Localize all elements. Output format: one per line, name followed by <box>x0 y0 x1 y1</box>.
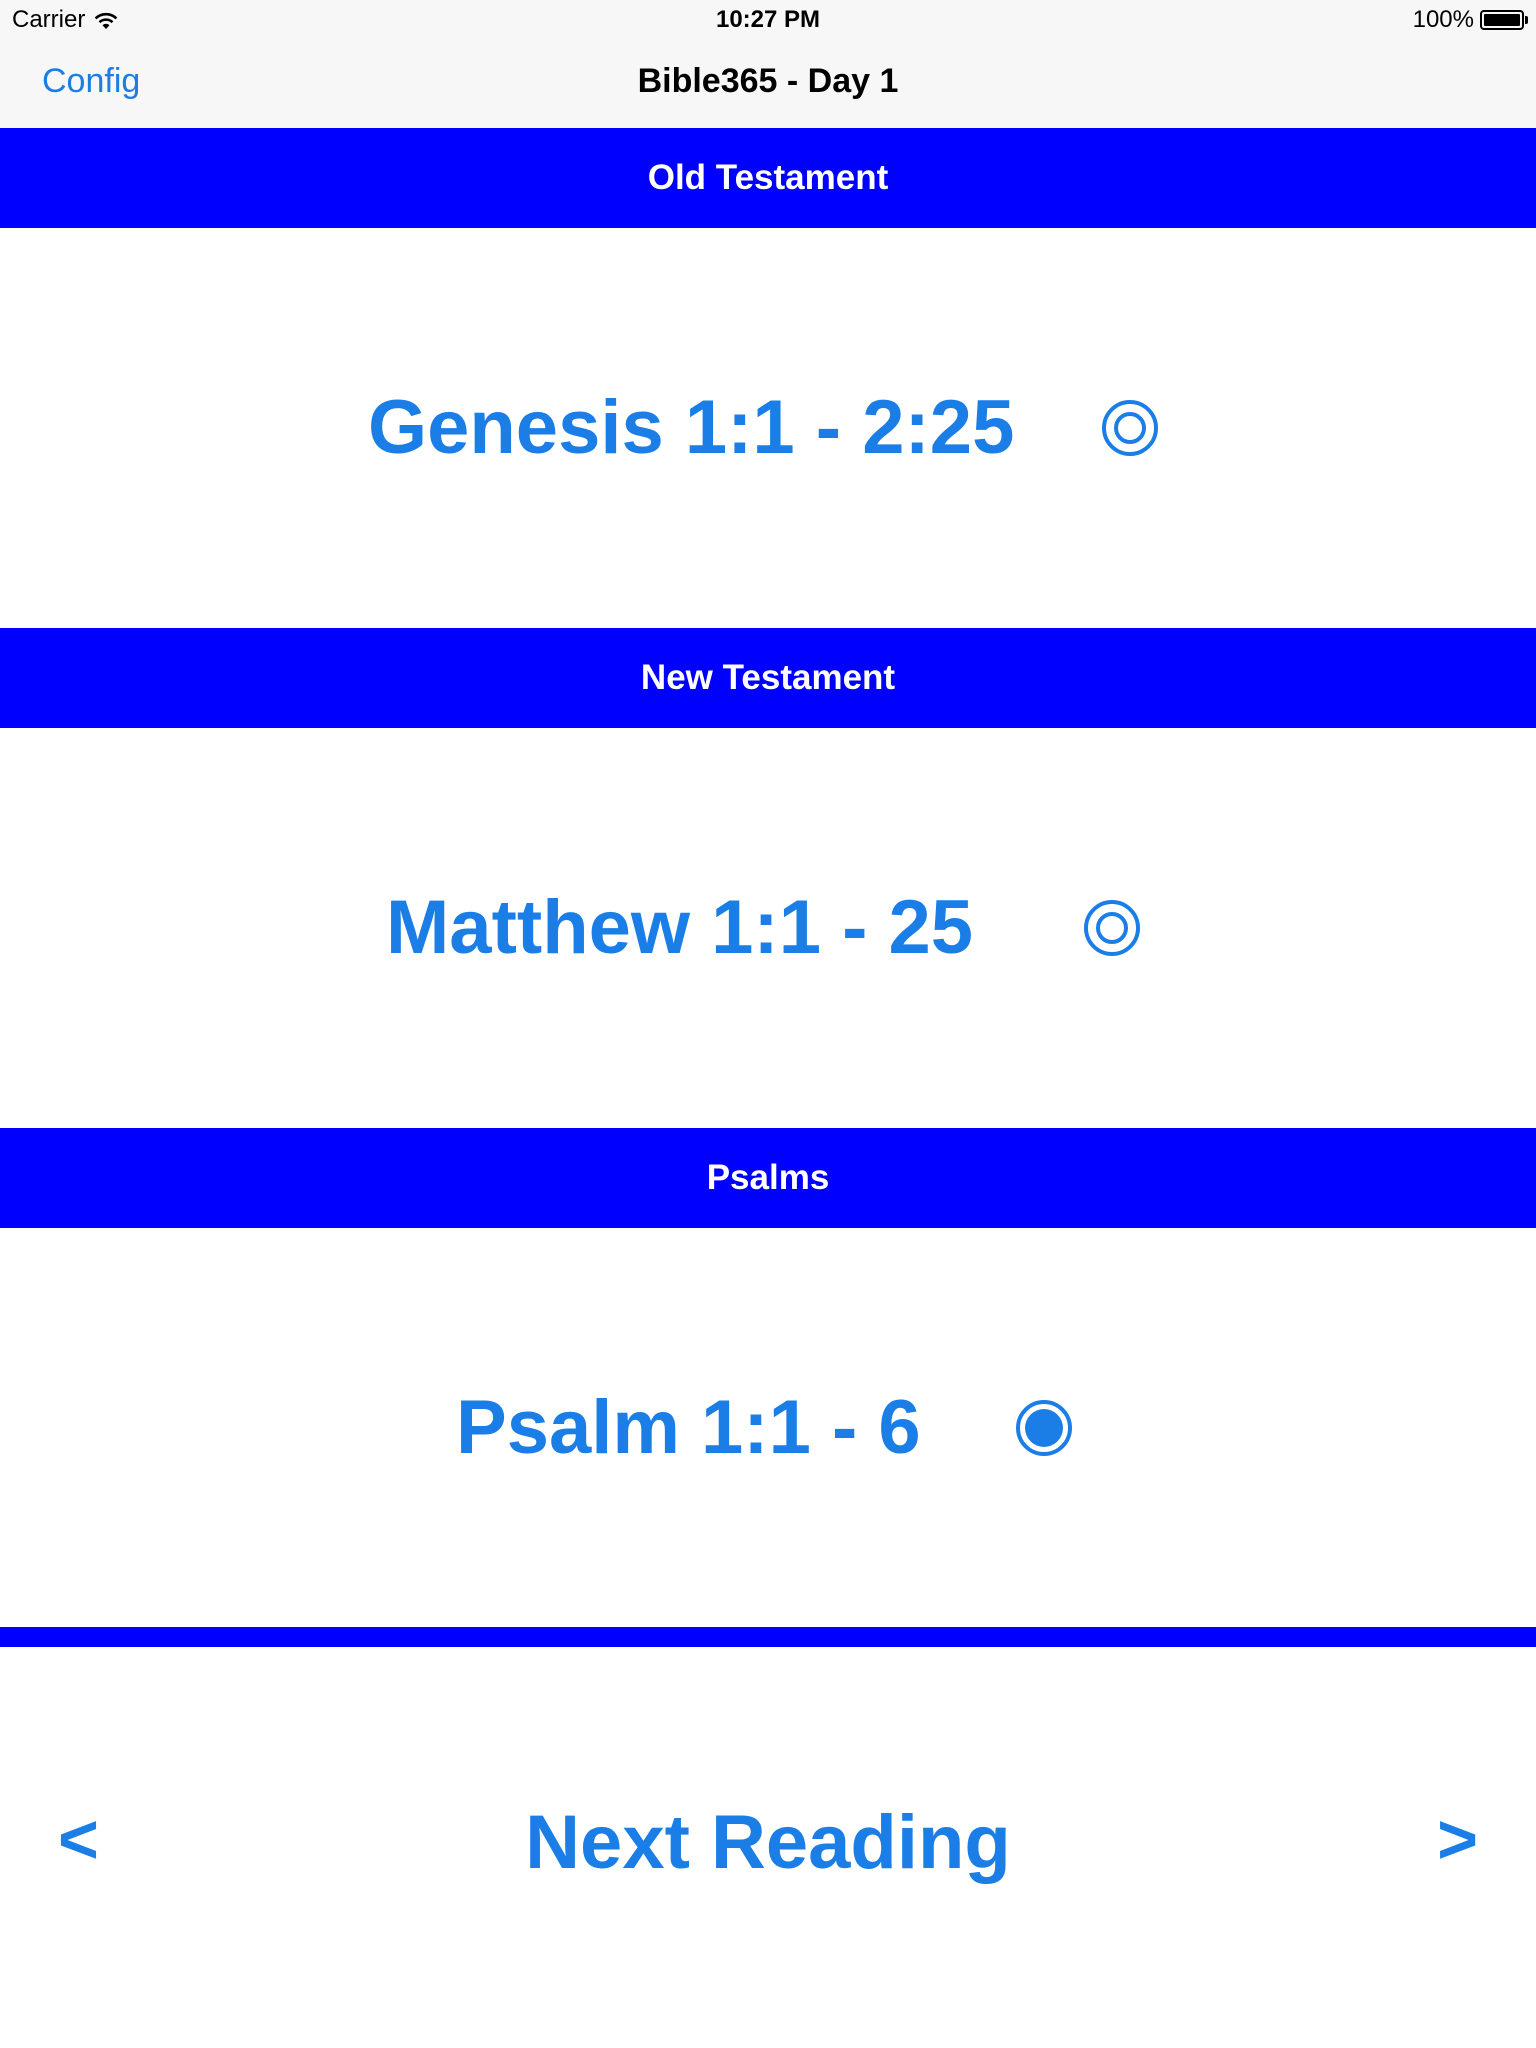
reading-row-old-testament: Genesis 1:1 - 2:25 <box>0 228 1536 628</box>
reading-row-psalms: Psalm 1:1 - 6 <box>0 1228 1536 1628</box>
status-bar: Carrier 10:27 PM 100% <box>0 0 1536 40</box>
radio-inner <box>1114 412 1146 444</box>
status-time: 10:27 PM <box>715 6 821 33</box>
status-right: 100% <box>1412 6 1528 34</box>
read-status-radio-icon[interactable] <box>1102 400 1158 456</box>
next-day-button[interactable]: > <box>1437 1799 1478 1879</box>
page-title: Bible365 - Day 1 <box>637 62 899 100</box>
section-header-old-testament: Old Testament <box>0 128 1536 228</box>
bottom-navigation: < Next Reading > <box>0 1647 1536 2047</box>
radio-inner <box>1096 912 1128 944</box>
reading-link-psalms[interactable]: Psalm 1:1 - 6 <box>456 1228 921 1628</box>
radio-inner <box>1025 1409 1063 1447</box>
battery-icon <box>1480 10 1528 30</box>
battery-percent: 100% <box>1412 6 1474 33</box>
reading-link-new-testament[interactable]: Matthew 1:1 - 25 <box>386 728 973 1128</box>
divider-bar <box>0 1627 1536 1647</box>
next-reading-button[interactable]: Next Reading <box>0 1799 1536 1886</box>
reading-row-new-testament: Matthew 1:1 - 25 <box>0 728 1536 1128</box>
section-header-new-testament: New Testament <box>0 628 1536 728</box>
section-header-psalms: Psalms <box>0 1128 1536 1228</box>
reading-link-old-testament[interactable]: Genesis 1:1 - 2:25 <box>368 228 1014 628</box>
read-status-radio-checked-icon[interactable] <box>1016 1400 1072 1456</box>
read-status-radio-icon[interactable] <box>1084 900 1140 956</box>
navigation-bar: Config Bible365 - Day 1 <box>0 40 1536 129</box>
